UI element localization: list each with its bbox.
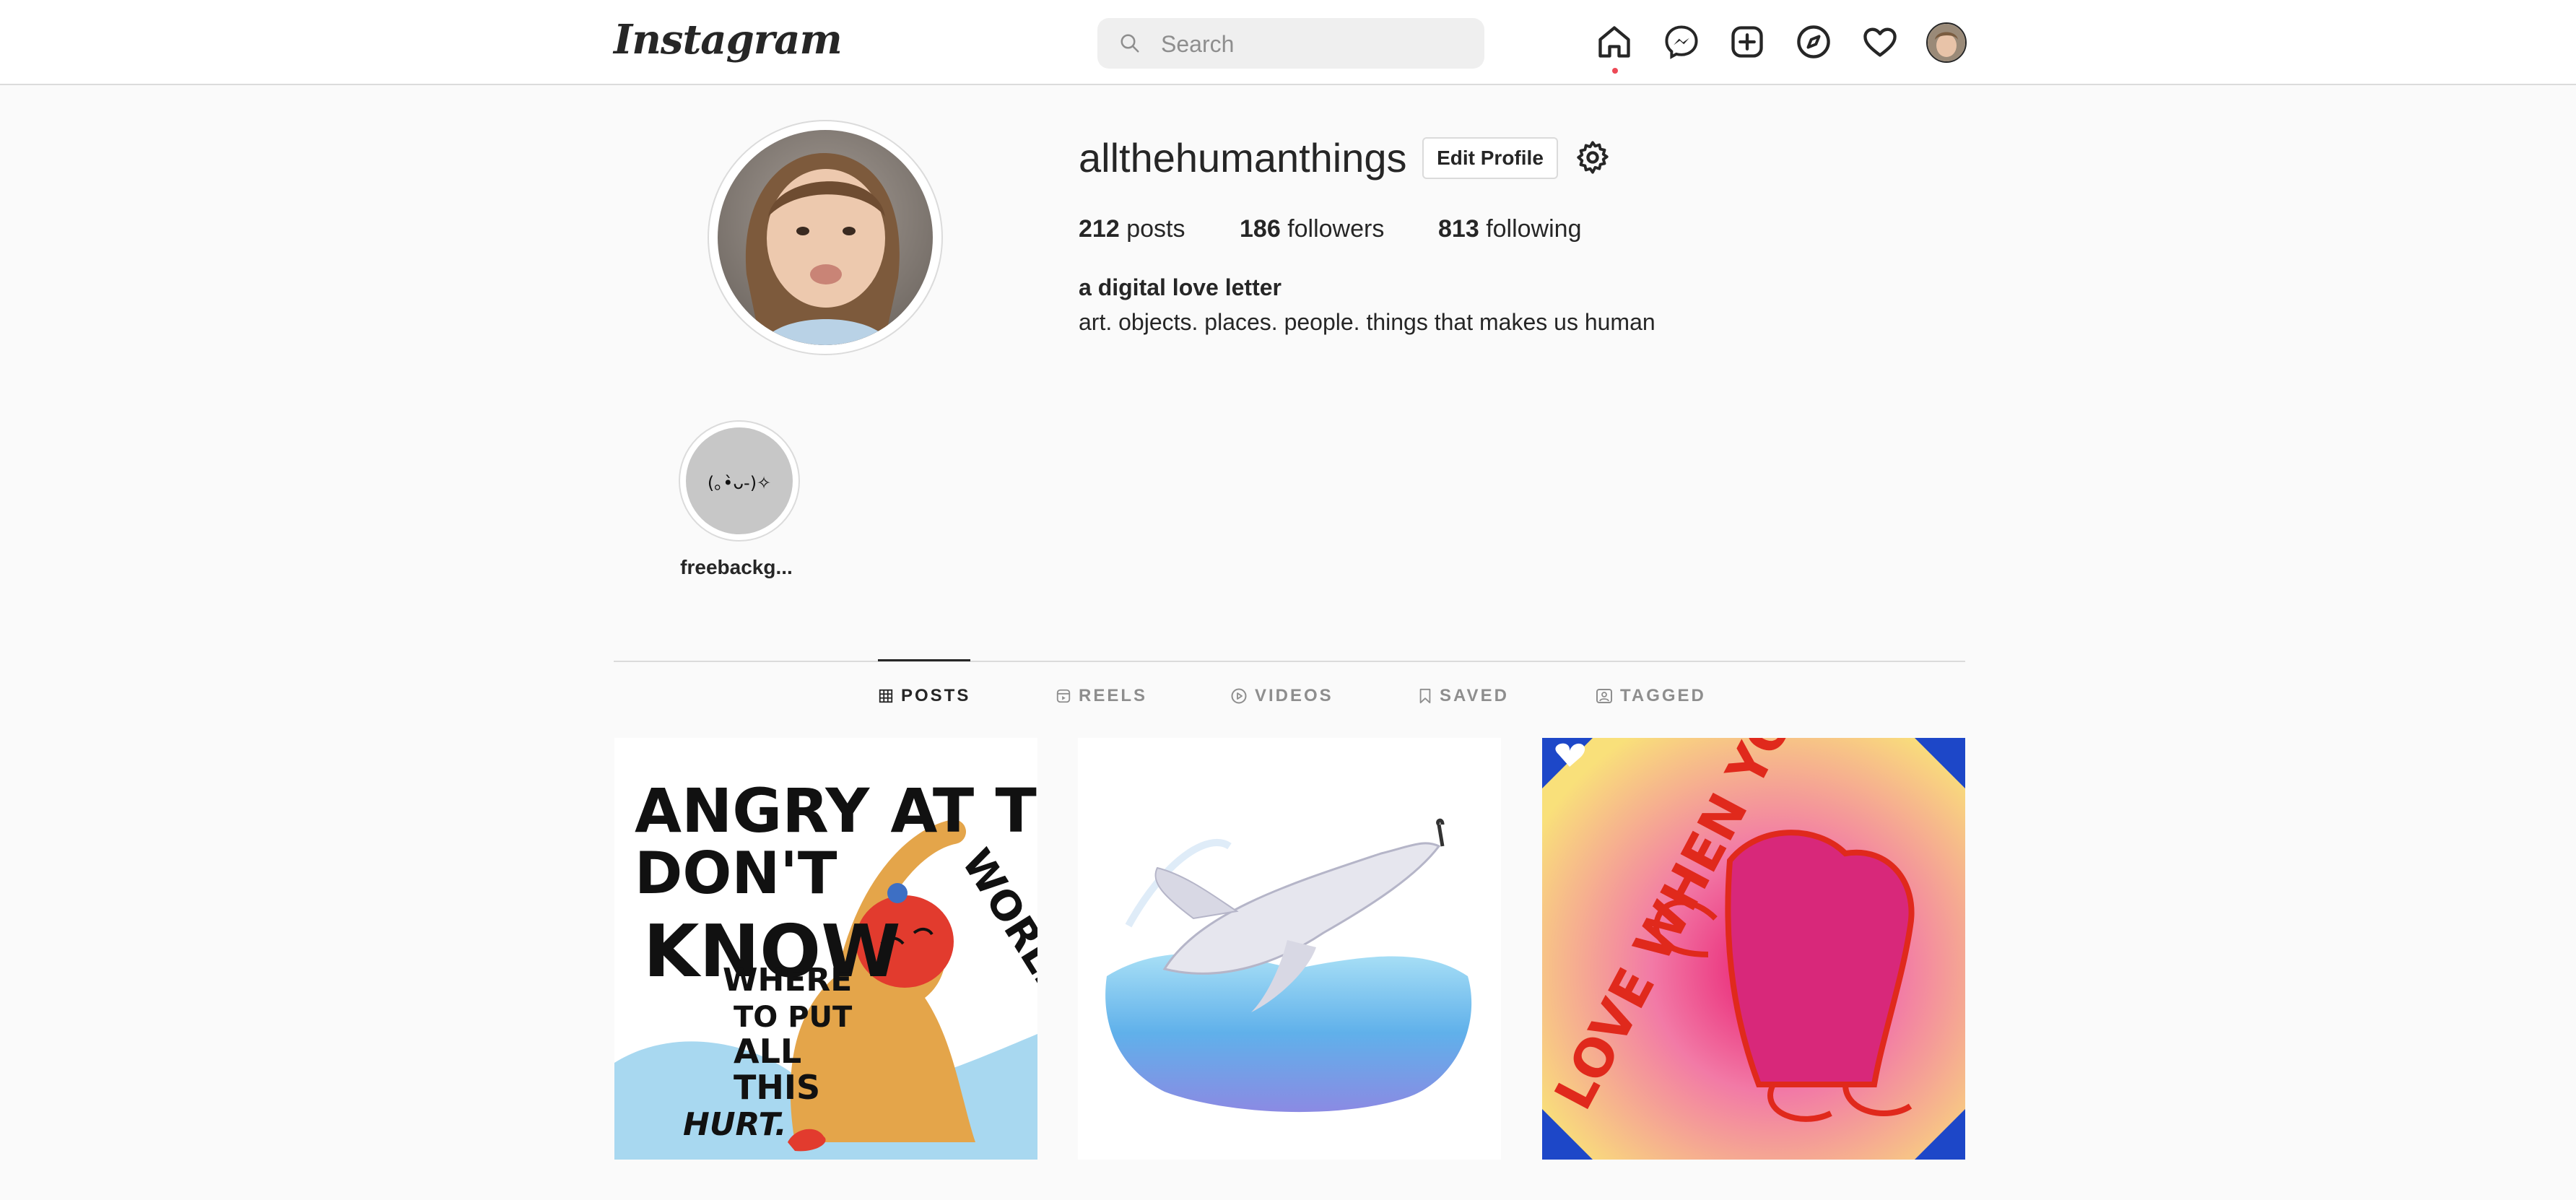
home-icon[interactable]	[1596, 23, 1633, 61]
home-active-dot	[1612, 68, 1618, 74]
tab-reels[interactable]: REELS	[1056, 686, 1147, 706]
post-thumbnail[interactable]	[1078, 738, 1501, 1160]
post-text-line: THIS	[734, 1068, 820, 1107]
post-text-line: DON'T	[635, 840, 837, 907]
new-post-icon[interactable]	[1728, 23, 1766, 61]
edit-profile-button[interactable]: Edit Profile	[1422, 137, 1558, 179]
post-text-line: TO PUT	[734, 1001, 853, 1034]
tabs-divider	[614, 661, 1965, 662]
tab-videos-label: VIDEOS	[1255, 686, 1333, 705]
reels-icon	[1056, 689, 1071, 703]
story-highlight[interactable]: (｡•̀ᴗ-)✧	[679, 420, 800, 542]
post-text-line: ANGRY AT THE	[635, 775, 1037, 846]
search-box[interactable]	[1097, 18, 1484, 69]
bio-name: a digital love letter	[1079, 274, 1282, 300]
bookmark-icon	[1419, 688, 1431, 704]
tab-tagged[interactable]: TAGGED	[1596, 686, 1706, 706]
profile-avatar[interactable]	[1926, 22, 1967, 63]
following-link[interactable]: 813 following	[1438, 215, 1582, 243]
tab-posts-label: POSTS	[901, 686, 971, 705]
grid-icon	[879, 689, 893, 703]
tab-tagged-label: TAGGED	[1620, 686, 1706, 705]
avatar-image	[1928, 24, 1965, 61]
search-input[interactable]	[1159, 27, 1466, 61]
tag-icon	[1596, 689, 1612, 703]
settings-gear-icon[interactable]	[1574, 139, 1611, 176]
explore-icon[interactable]	[1795, 23, 1832, 61]
messenger-icon[interactable]	[1663, 23, 1700, 61]
tab-saved-label: SAVED	[1440, 686, 1509, 705]
play-icon	[1231, 688, 1247, 704]
followers-link[interactable]: 186 followers	[1240, 215, 1384, 243]
post-image-whale	[1078, 738, 1501, 1160]
post-image-angry: ANGRY AT THE WORLD DON'T KNOW WHERE TO P…	[614, 738, 1037, 1160]
profile-picture[interactable]	[708, 120, 943, 355]
search-icon	[1121, 34, 1139, 53]
bio-text: art. objects. places. people. things tha…	[1079, 309, 1655, 335]
tab-reels-label: REELS	[1079, 686, 1148, 705]
post-thumbnail[interactable]: LOVE WHEN YOU HAVE IT	[1542, 738, 1965, 1160]
post-text-line: ALL	[734, 1032, 801, 1071]
highlight-label[interactable]: freebackg...	[650, 556, 823, 579]
activity-heart-icon[interactable]	[1861, 23, 1899, 61]
instagram-logo[interactable]: Instagram	[614, 16, 843, 64]
tab-saved[interactable]: SAVED	[1418, 686, 1509, 706]
tab-videos[interactable]: VIDEOS	[1230, 686, 1333, 706]
post-thumbnail[interactable]: ANGRY AT THE WORLD DON'T KNOW WHERE TO P…	[614, 738, 1037, 1160]
post-text-line: HURT.	[683, 1106, 787, 1143]
post-image-love: LOVE WHEN YOU HAVE IT	[1542, 738, 1965, 1160]
top-navigation-bar: Instagram	[0, 0, 2576, 85]
profile-username: allthehumanthings	[1079, 135, 1407, 181]
highlight-cover: (｡•̀ᴗ-)✧	[686, 427, 793, 534]
profile-photo-image	[718, 130, 933, 345]
active-tab-indicator	[878, 659, 970, 661]
post-text-line: WHERE	[723, 962, 852, 999]
tab-posts[interactable]: POSTS	[878, 686, 970, 706]
posts-count: 212 posts	[1079, 215, 1185, 243]
